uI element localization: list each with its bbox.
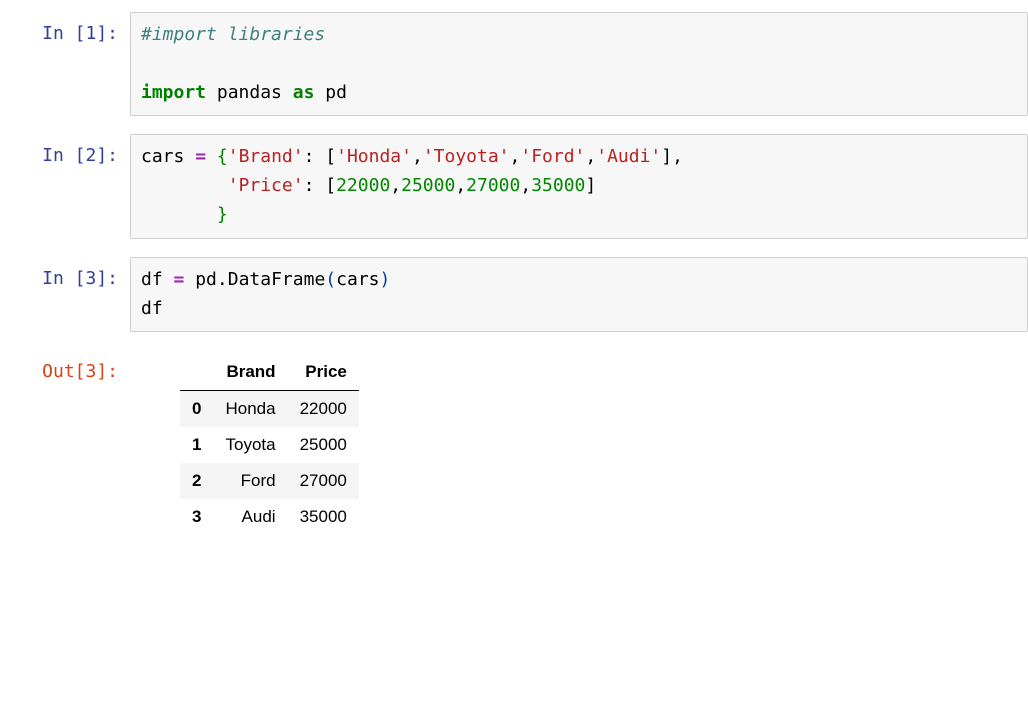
cell-value: Ford — [213, 463, 287, 499]
table-row: 2 Ford 27000 — [180, 463, 359, 499]
cell-value: 25000 — [288, 427, 359, 463]
index-header — [180, 354, 213, 391]
output-prompt: Out[3]: — [20, 350, 130, 387]
cell-value: Audi — [213, 499, 287, 535]
code-input[interactable]: df = pd.DataFrame(cars) df — [130, 257, 1028, 333]
table-row: 1 Toyota 25000 — [180, 427, 359, 463]
table-row: 0 Honda 22000 — [180, 391, 359, 428]
code-cell: In [1]: #import libraries import pandas … — [20, 12, 1028, 116]
cell-value: 27000 — [288, 463, 359, 499]
row-index: 2 — [180, 463, 213, 499]
output-cell: Out[3]: Brand Price 0 Honda 22000 1 Toyo… — [20, 350, 1028, 535]
code-cell: In [2]: cars = {'Brand': ['Honda','Toyot… — [20, 134, 1028, 238]
cell-value: Honda — [213, 391, 287, 428]
output-area: Brand Price 0 Honda 22000 1 Toyota 25000… — [130, 350, 1028, 535]
code-input[interactable]: #import libraries import pandas as pd — [130, 12, 1028, 116]
column-header: Brand — [213, 354, 287, 391]
code-input[interactable]: cars = {'Brand': ['Honda','Toyota','Ford… — [130, 134, 1028, 238]
cell-value: 22000 — [288, 391, 359, 428]
dataframe-table: Brand Price 0 Honda 22000 1 Toyota 25000… — [180, 354, 359, 535]
input-prompt: In [1]: — [20, 12, 130, 49]
code-cell: In [3]: df = pd.DataFrame(cars) df — [20, 257, 1028, 333]
input-prompt: In [3]: — [20, 257, 130, 294]
table-row: 3 Audi 35000 — [180, 499, 359, 535]
row-index: 3 — [180, 499, 213, 535]
row-index: 0 — [180, 391, 213, 428]
cell-value: Toyota — [213, 427, 287, 463]
column-header: Price — [288, 354, 359, 391]
input-prompt: In [2]: — [20, 134, 130, 171]
cell-value: 35000 — [288, 499, 359, 535]
row-index: 1 — [180, 427, 213, 463]
